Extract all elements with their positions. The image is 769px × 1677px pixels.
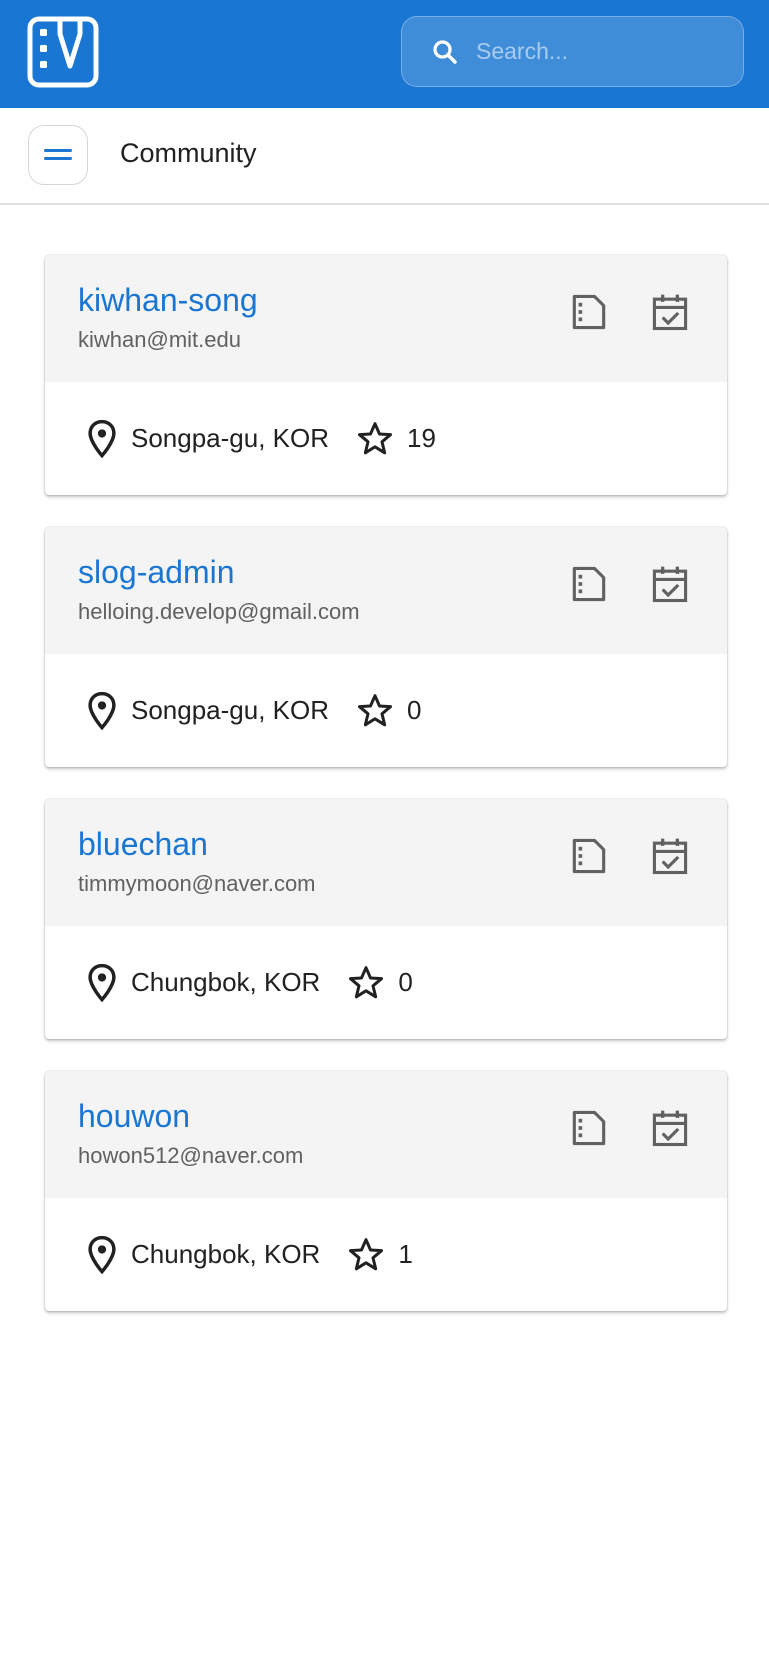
user-card[interactable]: kiwhan-song kiwhan@mit.edu Songpa-gu, KO… (45, 255, 727, 495)
user-email: kiwhan@mit.edu (78, 327, 241, 352)
user-email: howon512@naver.com (78, 1143, 304, 1168)
star-outline-icon[interactable] (346, 1235, 386, 1275)
user-name-link[interactable]: kiwhan-song (78, 282, 258, 319)
location-pin-icon (88, 1235, 116, 1274)
app-bar (0, 0, 769, 108)
star-outline-icon[interactable] (355, 419, 395, 459)
user-card[interactable]: houwon howon512@naver.com Chungbok, KOR … (45, 1071, 727, 1311)
user-name-link[interactable]: houwon (78, 1098, 190, 1135)
star-count: 1 (398, 1239, 413, 1269)
star-count: 0 (407, 695, 422, 725)
user-email: helloing.develop@gmail.com (78, 599, 360, 624)
user-card-body: Songpa-gu, KOR 0 (45, 654, 727, 767)
user-location: Chungbok, KOR (131, 1239, 321, 1269)
user-card-body: Chungbok, KOR 0 (45, 926, 727, 1039)
user-name-link[interactable]: slog-admin (78, 554, 235, 591)
user-location: Songpa-gu, KOR (131, 423, 330, 453)
user-card-header: houwon howon512@naver.com (45, 1071, 727, 1198)
user-name-link[interactable]: bluechan (78, 826, 208, 863)
user-location: Chungbok, KOR (131, 967, 321, 997)
user-card[interactable]: bluechan timmymoon@naver.com Chungbok, K… (45, 799, 727, 1039)
user-location: Songpa-gu, KOR (131, 695, 330, 725)
document-icon[interactable] (567, 1106, 611, 1150)
menu-icon (44, 149, 72, 160)
user-card-header: bluechan timmymoon@naver.com (45, 799, 727, 926)
user-card-body: Songpa-gu, KOR 19 (45, 382, 727, 495)
calendar-check-icon[interactable] (648, 834, 692, 878)
user-card[interactable]: slog-admin helloing.develop@gmail.com So… (45, 527, 727, 767)
slog-logo-icon[interactable] (27, 16, 99, 88)
calendar-check-icon[interactable] (648, 290, 692, 334)
page-toolbar: Community (0, 108, 769, 205)
document-icon[interactable] (567, 562, 611, 606)
star-outline-icon[interactable] (346, 963, 386, 1003)
search-icon (433, 39, 457, 64)
star-count: 0 (398, 967, 413, 997)
location-pin-icon (88, 419, 116, 458)
star-outline-icon[interactable] (355, 691, 395, 731)
user-card-header: kiwhan-song kiwhan@mit.edu (45, 255, 727, 382)
location-pin-icon (88, 691, 116, 730)
menu-button[interactable] (28, 125, 88, 185)
user-email: timmymoon@naver.com (78, 871, 316, 896)
document-icon[interactable] (567, 290, 611, 334)
document-icon[interactable] (567, 834, 611, 878)
calendar-check-icon[interactable] (648, 562, 692, 606)
user-card-header: slog-admin helloing.develop@gmail.com (45, 527, 727, 654)
location-pin-icon (88, 963, 116, 1002)
search-box[interactable] (401, 16, 744, 87)
user-card-body: Chungbok, KOR 1 (45, 1198, 727, 1311)
star-count: 19 (407, 423, 436, 453)
page-title: Community (120, 138, 257, 168)
calendar-check-icon[interactable] (648, 1106, 692, 1150)
search-input[interactable] (476, 38, 726, 65)
